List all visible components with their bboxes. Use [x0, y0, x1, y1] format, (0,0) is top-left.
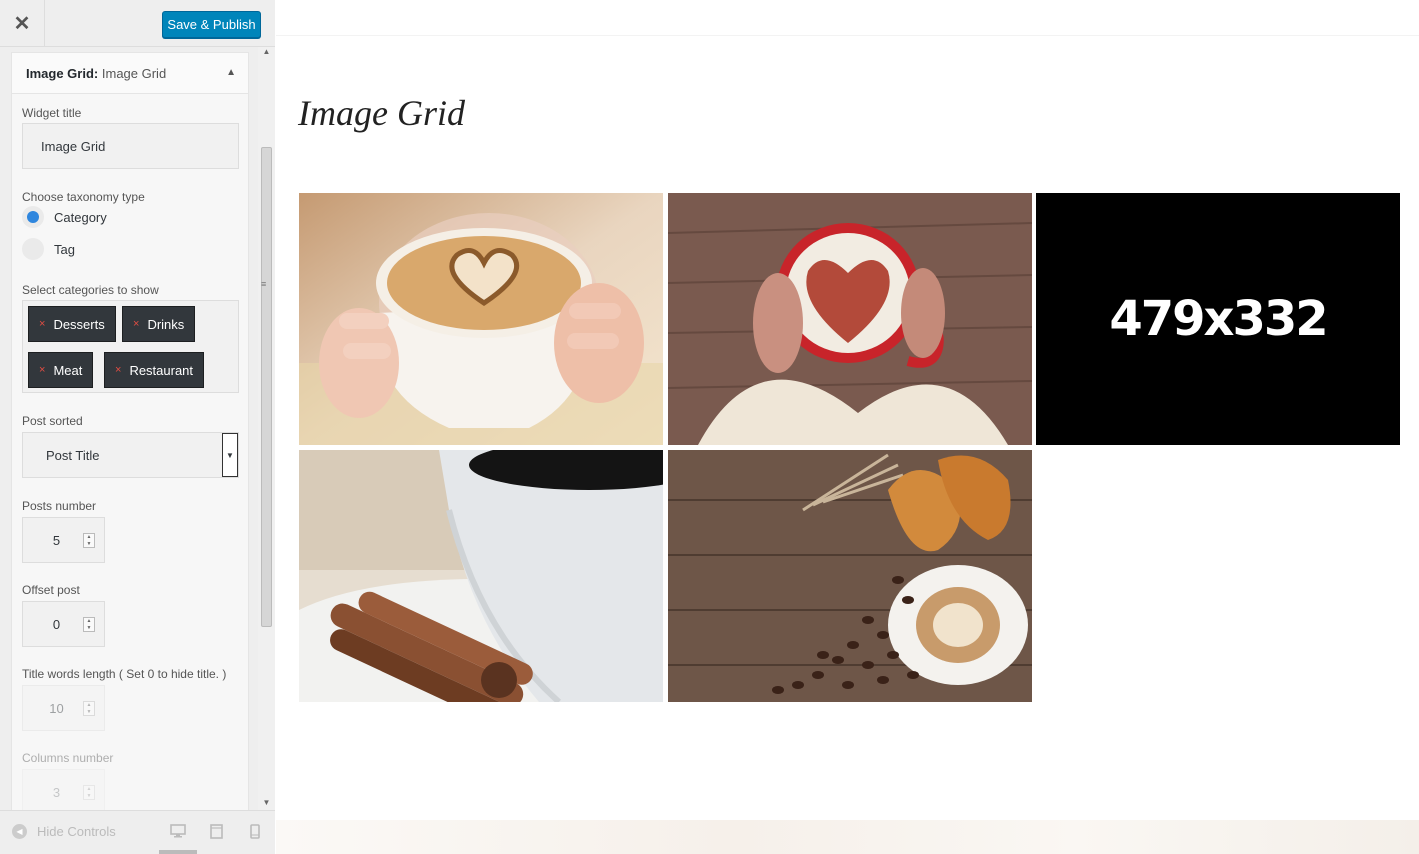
offset-post-value: 0: [52, 616, 61, 632]
spinner-arrows-icon[interactable]: ▲ ▼: [83, 533, 95, 548]
widget-form: Widget title Image Grid Choose taxonomy …: [12, 94, 248, 810]
category-tag-meat: × Meat: [28, 352, 94, 388]
post-sorted-select[interactable]: Post Title ▼: [22, 432, 239, 478]
grid-image-red-mug[interactable]: [668, 193, 1032, 445]
remove-icon[interactable]: ×: [39, 364, 45, 376]
categories-multiselect[interactable]: × Desserts × Drinks × Meat × Restaurant: [22, 300, 239, 393]
collapse-left-icon: ◀: [12, 824, 27, 839]
grid-image-latte-art[interactable]: [299, 193, 663, 445]
preview-widget-title: Image Grid: [298, 93, 465, 133]
title-words-stepper[interactable]: 10 ▲ ▼: [22, 685, 105, 731]
close-button[interactable]: ✕: [0, 0, 45, 47]
radio-button[interactable]: [22, 206, 44, 228]
tablet-icon[interactable]: [210, 824, 223, 842]
categories-label: Select categories to show: [22, 283, 159, 297]
sidebar-scrollbar[interactable]: ▲ ≡ ▼: [258, 47, 275, 810]
preview-footer-strip: [276, 820, 1419, 854]
tag-label: Restaurant: [129, 362, 194, 378]
tag-label: Meat: [53, 362, 83, 378]
columns-stepper[interactable]: 3 ▲ ▼: [22, 769, 105, 810]
device-active-indicator: [159, 850, 197, 854]
posts-number-stepper[interactable]: 5 ▲ ▼: [22, 517, 105, 563]
title-words-label: Title words length ( Set 0 to hide title…: [22, 667, 227, 681]
chevron-down-icon[interactable]: ▼: [222, 433, 238, 477]
columns-value: 3: [52, 784, 61, 800]
radio-label: Tag: [54, 241, 75, 257]
spinner-arrows-icon[interactable]: ▲ ▼: [83, 701, 95, 716]
scroll-down-icon[interactable]: ▼: [258, 798, 275, 810]
preview-divider: [276, 35, 1419, 36]
hide-controls-button[interactable]: ◀ Hide Controls: [12, 824, 116, 839]
radio-category[interactable]: Category: [22, 206, 107, 228]
tag-label: Desserts: [53, 316, 105, 332]
sidebar-header: ✕ Save & Publish: [0, 0, 275, 47]
grid-image-coffee-cinnamon[interactable]: [299, 450, 663, 702]
grip-icon: ≡: [261, 279, 267, 289]
mobile-icon[interactable]: [250, 824, 260, 842]
remove-icon[interactable]: ×: [39, 318, 45, 330]
widget-header-title: Image Grid: Image Grid: [26, 66, 166, 81]
placeholder-dimensions-text: 479x332: [1109, 291, 1326, 347]
widget-header[interactable]: Image Grid: Image Grid ▲: [12, 53, 248, 94]
close-icon: ✕: [13, 13, 31, 35]
radio-button[interactable]: [22, 238, 44, 260]
spinner-arrows-icon[interactable]: ▲ ▼: [83, 617, 95, 632]
widget-title-input[interactable]: Image Grid: [22, 123, 239, 169]
customizer-sidebar: ✕ Save & Publish Image Grid: Image Grid …: [0, 0, 275, 854]
remove-icon[interactable]: ×: [115, 364, 121, 376]
remove-icon[interactable]: ×: [133, 318, 139, 330]
offset-post-label: Offset post: [22, 583, 80, 597]
latte-art-image: [299, 193, 663, 445]
collapse-arrow-icon[interactable]: ▲: [226, 67, 236, 78]
save-publish-button[interactable]: Save & Publish: [162, 11, 261, 38]
scroll-up-icon[interactable]: ▲: [258, 47, 275, 59]
posts-number-value: 5: [52, 532, 61, 548]
offset-post-stepper[interactable]: 0 ▲ ▼: [22, 601, 105, 647]
category-tag-restaurant: × Restaurant: [104, 352, 205, 388]
coffee-cinnamon-image: [299, 450, 663, 702]
grid-image-placeholder[interactable]: 479x332: [1036, 193, 1400, 445]
grid-image-croissants[interactable]: [668, 450, 1032, 702]
widget-panel: Image Grid: Image Grid ▲ Widget title Im…: [11, 52, 249, 810]
scrollbar-thumb[interactable]: [261, 147, 272, 627]
sidebar-footer: ◀ Hide Controls: [0, 810, 275, 854]
post-sorted-label: Post sorted: [22, 414, 83, 428]
radio-label: Category: [54, 209, 107, 225]
taxonomy-label: Choose taxonomy type: [22, 190, 145, 204]
widget-name-label: Image Grid: [101, 66, 167, 81]
radio-tag[interactable]: Tag: [22, 238, 75, 260]
croissants-image: [668, 450, 1032, 702]
title-words-value: 10: [49, 700, 64, 716]
sidebar-scroll-area: Image Grid: Image Grid ▲ Widget title Im…: [0, 47, 275, 810]
hide-controls-label: Hide Controls: [37, 824, 116, 839]
post-sorted-value: Post Title: [46, 447, 100, 463]
site-preview: Image Grid 479x332: [276, 0, 1419, 854]
spinner-arrows-icon[interactable]: ▲ ▼: [83, 785, 95, 800]
columns-label: Columns number: [22, 751, 114, 765]
category-tag-drinks: × Drinks: [122, 306, 196, 342]
red-mug-image: [668, 193, 1032, 445]
widget-type-label: Image Grid:: [26, 66, 99, 81]
category-tag-desserts: × Desserts: [28, 306, 116, 342]
desktop-icon[interactable]: [170, 824, 186, 841]
tag-label: Drinks: [147, 316, 185, 332]
posts-number-label: Posts number: [22, 499, 97, 513]
placeholder-image: 479x332: [1036, 193, 1400, 445]
widget-title-label: Widget title: [22, 106, 82, 120]
